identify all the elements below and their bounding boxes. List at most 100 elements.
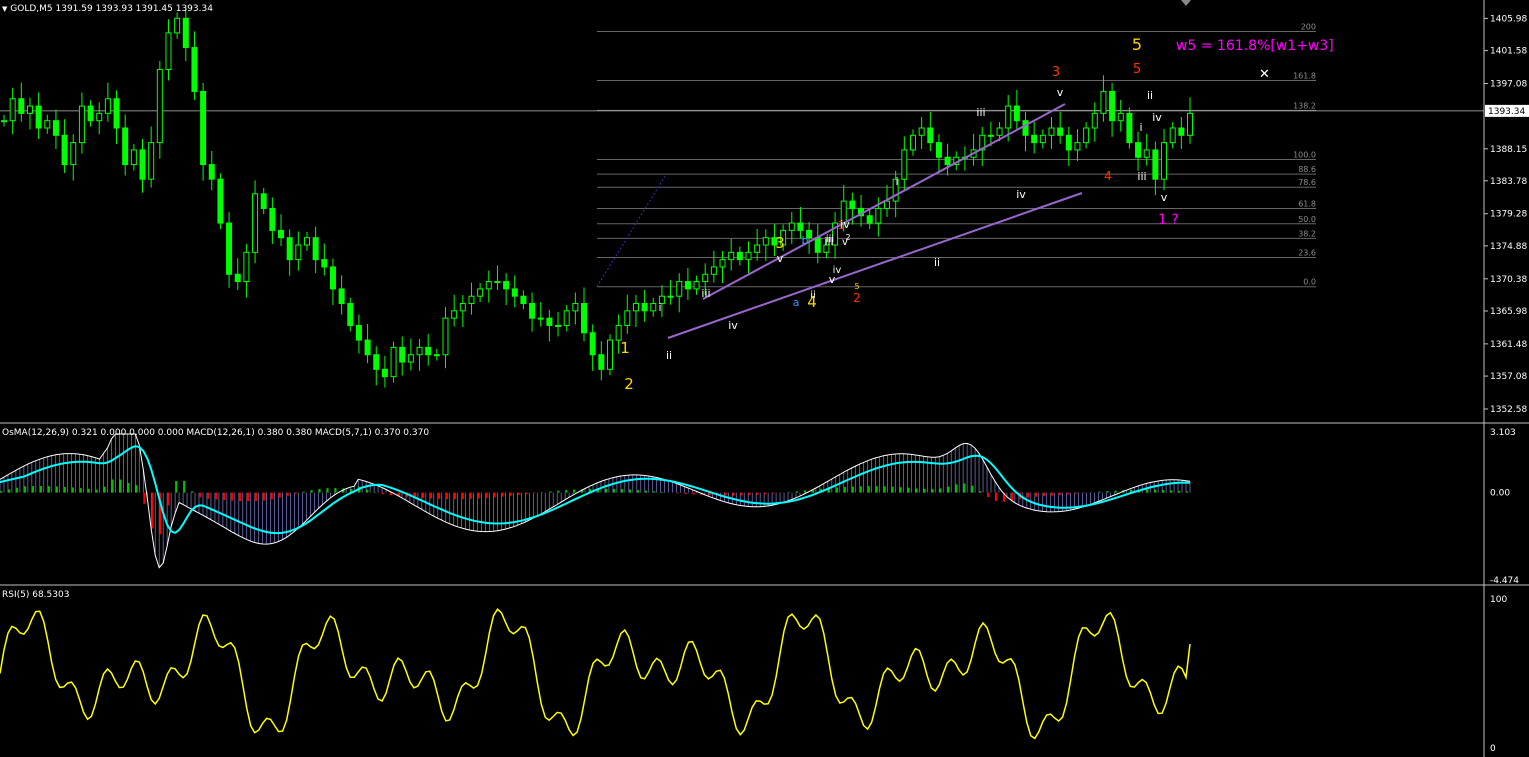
osma-bar (764, 492, 767, 495)
wave-label: 5 (854, 282, 859, 291)
candle-body (35, 105, 42, 129)
candle-body (26, 105, 33, 114)
osma-bar (803, 490, 807, 493)
osma-bar (565, 490, 568, 493)
candle-body (390, 346, 397, 378)
wave-label: v (777, 252, 784, 265)
candle-body (537, 317, 544, 320)
osma-bar (533, 492, 536, 494)
osma-bar (1074, 492, 1077, 494)
candle-body (667, 295, 674, 298)
osma-bar (652, 491, 655, 493)
osma-bar (445, 492, 448, 500)
wave-label: iv (728, 319, 738, 332)
candle-body (1135, 142, 1142, 158)
target-annotation: w5 = 161.8%[w1+w3] (1176, 38, 1334, 54)
candle-body (459, 303, 466, 312)
osma-bar (732, 492, 735, 496)
osma-bar (859, 486, 862, 493)
candle-body (1057, 127, 1064, 136)
fib-level-label: 100.0 (1293, 150, 1316, 159)
candle-body (927, 127, 934, 144)
candle-body (252, 193, 259, 253)
candle-body (1083, 127, 1090, 144)
candle-body (442, 317, 449, 356)
wave-label: ii (1147, 89, 1153, 102)
chart-title: ▼ GOLD,M5 1391.59 1393.93 1391.45 1393.3… (2, 4, 213, 14)
osma-bar (7, 489, 11, 493)
wave-label: 5 (1133, 62, 1141, 77)
rsi-line (0, 608, 1191, 740)
candle-body (269, 207, 276, 231)
osma-bar (310, 490, 313, 493)
candle-body (710, 266, 717, 275)
candle-body (1126, 112, 1133, 144)
osma-bar (979, 491, 982, 493)
wave-label: ii (810, 290, 816, 301)
candle-body (1091, 112, 1098, 129)
osma-bar (326, 488, 329, 493)
fib-level-label: 138.2 (1293, 101, 1316, 110)
candle-body (788, 222, 795, 231)
price-tick-label: 1397.08 (1490, 80, 1527, 90)
chart-canvas[interactable]: 1405.98 1401.58 1397.08 1388.15 1383.78 1379.… (0, 0, 1529, 757)
candle-body (278, 229, 285, 239)
osma-bar (437, 492, 440, 499)
cross-marker-icon[interactable]: ✕ (1259, 67, 1270, 82)
candle-body (96, 112, 103, 122)
fib-level-label: 88.6 (1298, 165, 1316, 174)
wedge-lower-line (667, 192, 1083, 339)
candle-body (338, 288, 345, 305)
candle-body (503, 281, 510, 290)
candle-body (987, 134, 994, 137)
osma-bar (772, 492, 775, 494)
osma-bar (183, 480, 186, 493)
osma-bar (1106, 491, 1109, 493)
osma-bar (262, 492, 265, 501)
candle-body (1, 120, 7, 123)
candle-body (295, 244, 302, 261)
osma-bar (1050, 492, 1053, 496)
candle-body (148, 142, 155, 180)
candle-body (477, 288, 484, 297)
wave-label: i (658, 301, 661, 314)
wave-label: a (793, 296, 800, 309)
candle-body (563, 310, 570, 326)
osma-bar (525, 492, 528, 495)
osma-bar (636, 490, 639, 493)
candle-body (208, 164, 215, 180)
osma-bar (1098, 491, 1101, 493)
candle-body (875, 207, 882, 224)
price-tick-label: 1374.88 (1490, 242, 1527, 252)
candle-body (243, 251, 250, 283)
candle-body (624, 310, 631, 326)
osma-bar (469, 492, 472, 499)
price-tick-label: 1405.98 (1490, 14, 1527, 24)
candle-body (139, 149, 146, 180)
candle-body (762, 237, 769, 246)
candle-body (1178, 127, 1185, 136)
chart-window[interactable]: 1405.98 1401.58 1397.08 1388.15 1383.78 1379.… (0, 0, 1529, 757)
candle-body (44, 120, 51, 129)
candle-body (754, 244, 761, 253)
osma-bar (63, 486, 66, 493)
candle-body (1013, 105, 1020, 122)
candle-body (364, 339, 371, 356)
candle-body (286, 237, 293, 261)
fib-level-label: 200 (1301, 22, 1316, 31)
osma-bar (477, 492, 480, 499)
price-tick-label: 1379.28 (1490, 210, 1527, 220)
osma-bar (119, 479, 122, 493)
candle-body (1117, 112, 1124, 122)
candle-body (182, 17, 189, 49)
wave-label: iii (701, 287, 710, 300)
candle-body (174, 17, 181, 34)
candle-body (849, 200, 856, 209)
collapse-icon[interactable]: ▼ (2, 5, 7, 13)
osma-bar (1170, 490, 1173, 493)
osma-bar (111, 479, 114, 493)
osma-bar (788, 492, 791, 493)
candle-body (1152, 149, 1159, 180)
osma-bar (429, 492, 433, 499)
candle-body (702, 273, 709, 283)
